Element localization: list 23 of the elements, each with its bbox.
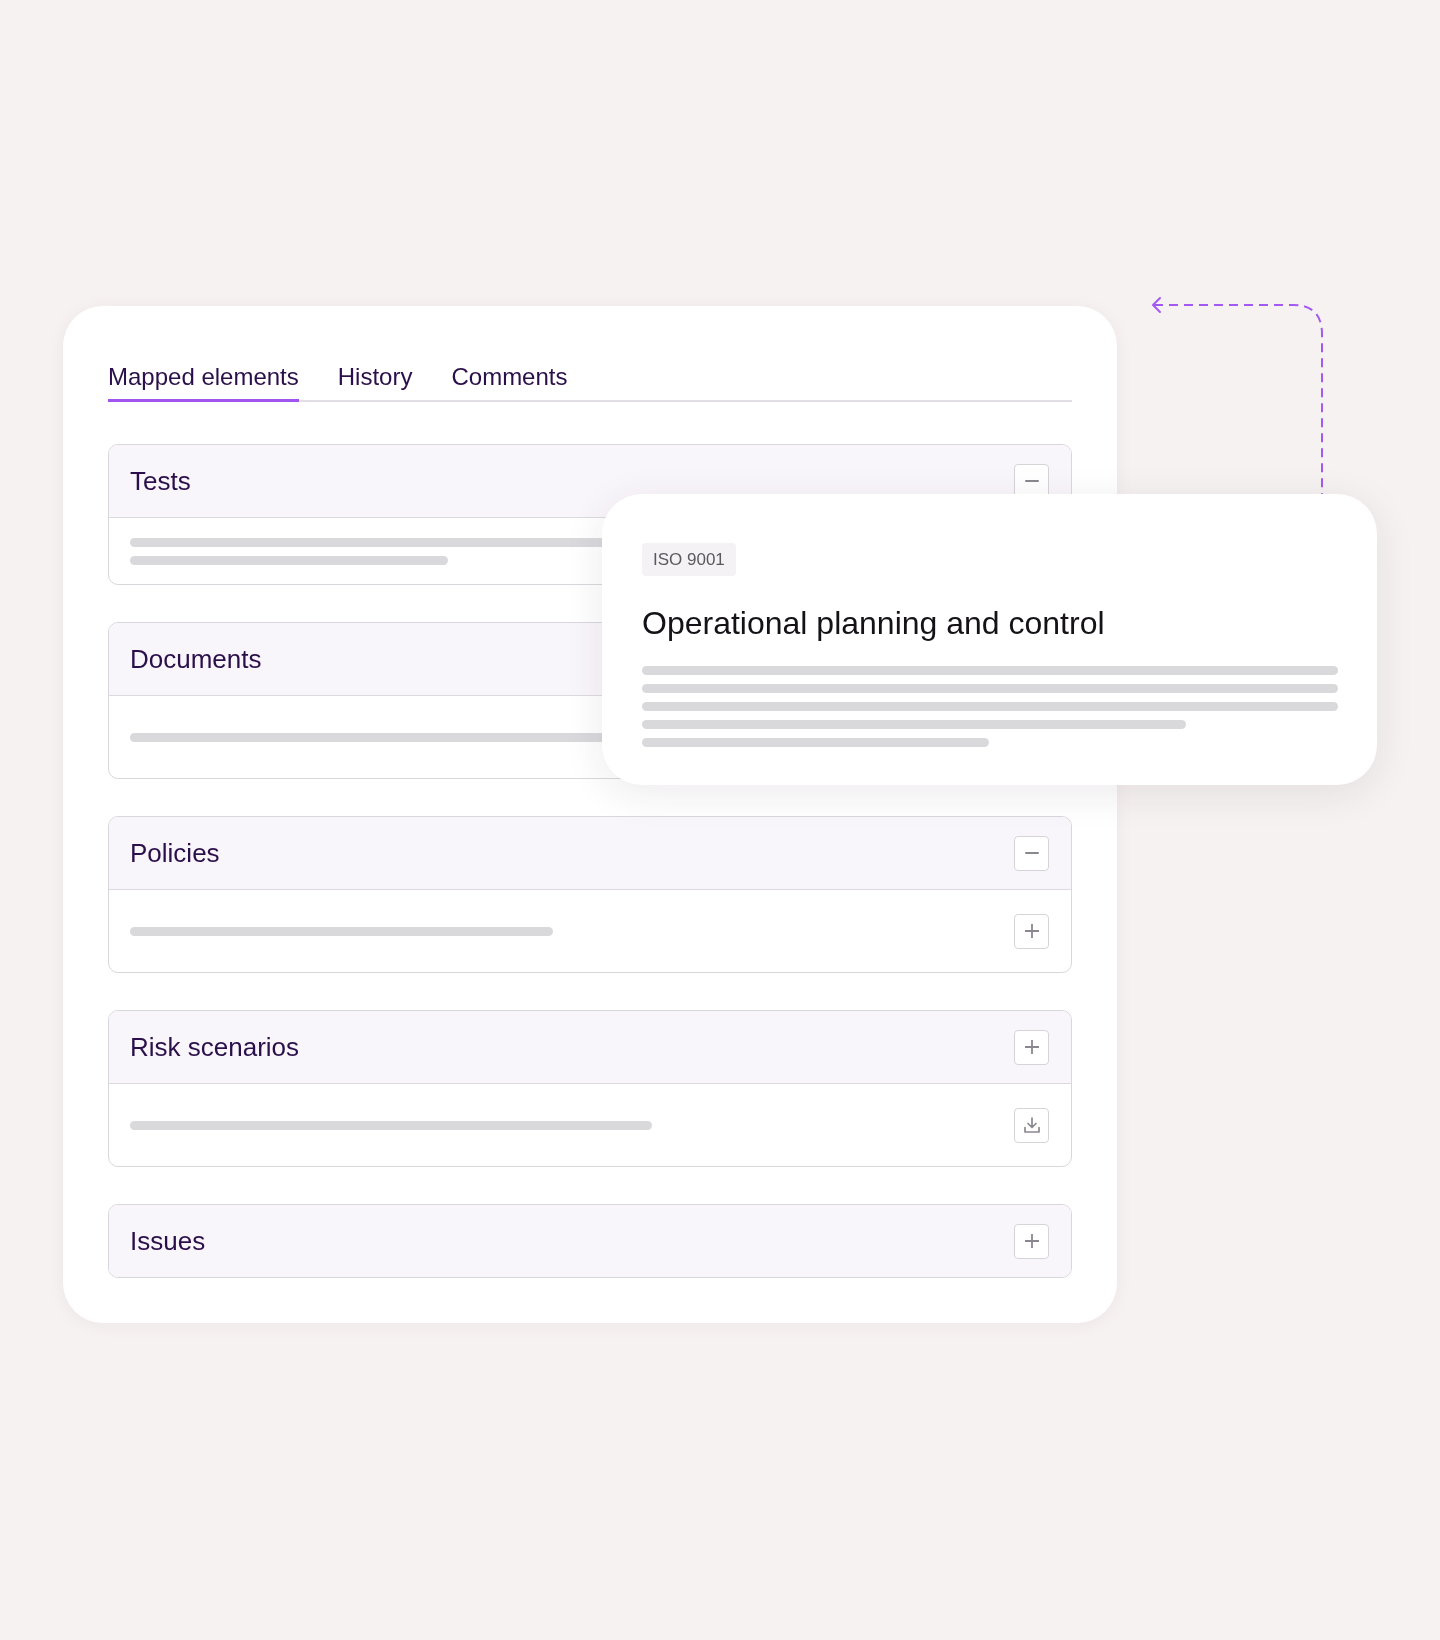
section-header[interactable]: Issues [109,1205,1071,1277]
section-header[interactable]: Risk scenarios [109,1011,1071,1084]
download-button[interactable] [1014,1107,1049,1143]
plus-icon [1024,1234,1039,1248]
section-title: Policies [130,838,220,868]
section-title: Risk scenarios [130,1032,300,1062]
add-button[interactable] [1014,1029,1049,1065]
plus-icon [1024,1040,1039,1054]
standard-tag: ISO 9001 [642,543,736,576]
section-title: Tests [130,466,191,496]
tab[interactable]: Mapped elements [108,363,299,402]
section-title: Documents [130,644,262,674]
tab[interactable]: Comments [451,363,568,402]
add-button[interactable] [1014,913,1049,949]
tab[interactable]: History [337,363,413,402]
minus-icon [1024,480,1039,482]
collapse-button[interactable] [1014,835,1049,871]
section-header[interactable]: Policies [109,817,1071,890]
minus-icon [1024,852,1039,854]
section-title: Issues [130,1226,206,1256]
plus-icon [1024,924,1039,938]
download-icon [1023,1117,1040,1133]
add-button[interactable] [1014,1223,1049,1259]
